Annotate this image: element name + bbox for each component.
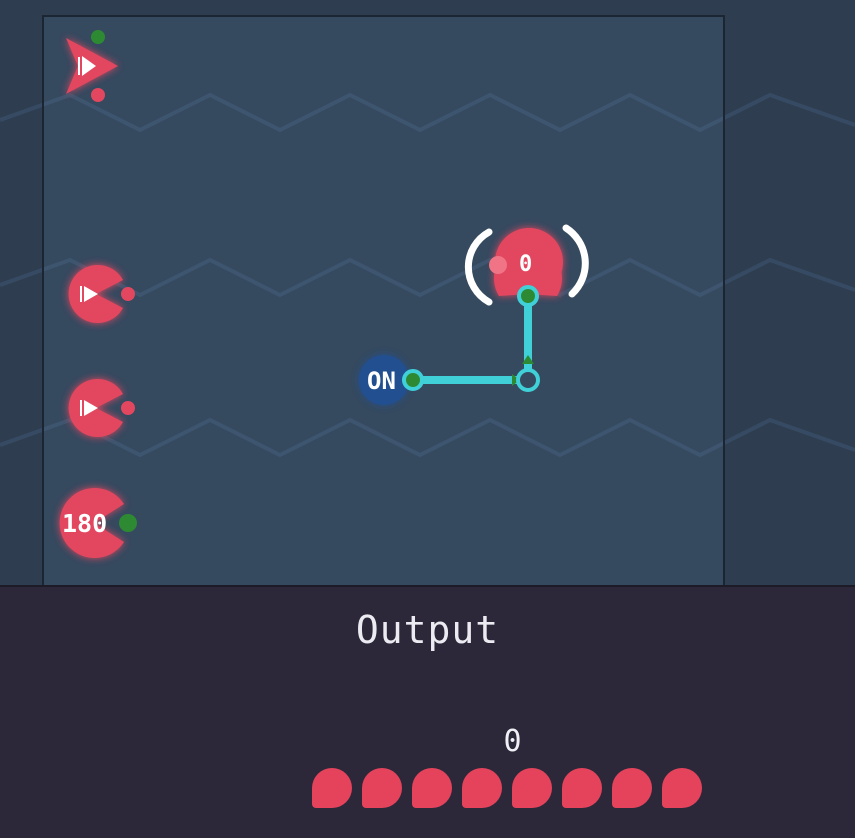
output-title: Output [355,608,500,652]
output-port-icon[interactable] [119,514,137,532]
output-bit [412,768,452,808]
output-port-icon[interactable] [91,30,105,44]
junction-icon[interactable] [516,368,540,392]
indicator-icon [489,256,507,274]
input-port-icon[interactable] [121,401,135,415]
output-bits [312,768,702,808]
input-port-icon[interactable] [91,88,105,102]
output-port-icon[interactable] [402,369,424,391]
output-bit [612,768,652,808]
input-port-icon[interactable] [121,287,135,301]
output-bit [362,768,402,808]
wire [409,292,534,386]
output-bit [312,768,352,808]
switch-node-label: ON [367,367,396,395]
output-bit [562,768,602,808]
circuit-graphics [44,30,723,558]
output-value: 0 [503,724,522,759]
number-node-label: 180 [62,509,108,538]
output-bit [662,768,702,808]
display-node-label: 0 [519,252,533,277]
output-bit [512,768,552,808]
output-bit [462,768,502,808]
bracket-right-icon [562,224,589,298]
input-port-icon[interactable] [517,285,539,307]
